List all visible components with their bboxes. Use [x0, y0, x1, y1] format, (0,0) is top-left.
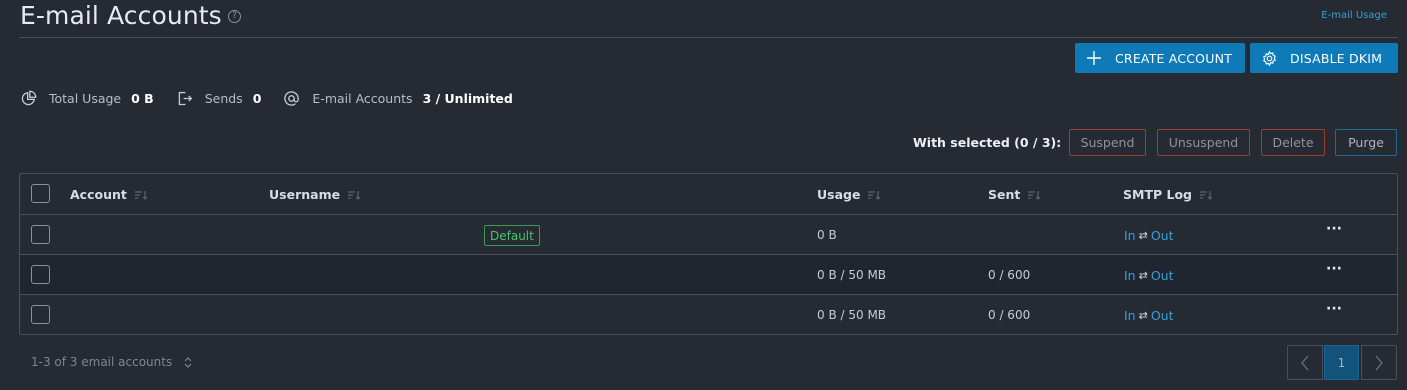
with-selected-label: With selected (0 / 3):	[913, 135, 1062, 150]
smtp-in-link[interactable]: In	[1124, 308, 1136, 323]
usage-stats: Total Usage 0 B Sends 0 E-mail Accounts …	[20, 88, 535, 108]
smtp-log-cell: In ⇄ Out	[1124, 268, 1174, 283]
chevron-up-down-icon	[184, 356, 192, 368]
swap-icon: ⇄	[1138, 229, 1148, 242]
email-accounts-table: Account Username Usage Sent SMTP Log Def…	[19, 173, 1398, 335]
sends-value: 0	[252, 90, 262, 106]
account-header-label: Account	[70, 187, 127, 202]
swap-icon: ⇄	[1138, 309, 1148, 322]
usage-header-label: Usage	[817, 187, 861, 202]
table-row: 0 B / 50 MB 0 / 600 In ⇄ Out ···	[20, 254, 1397, 294]
smtp-log-header-label: SMTP Log	[1123, 187, 1192, 202]
sent-cell: 0 / 600	[988, 308, 1031, 322]
column-header-sent[interactable]: Sent	[988, 187, 1041, 202]
smtp-out-link[interactable]: Out	[1151, 308, 1174, 323]
bulk-actions-bar: With selected (0 / 3): Suspend Unsuspend…	[0, 129, 1398, 156]
suspend-button[interactable]: Suspend	[1069, 129, 1146, 156]
sort-icon	[1199, 190, 1212, 200]
plus-icon	[1085, 49, 1103, 67]
smtp-in-link[interactable]: In	[1124, 268, 1136, 283]
column-header-usage[interactable]: Usage	[817, 187, 881, 202]
sort-icon	[134, 190, 147, 200]
question-circle-icon[interactable]: ?	[228, 10, 241, 23]
unsuspend-button[interactable]: Unsuspend	[1157, 129, 1250, 156]
column-header-username[interactable]: Username	[269, 187, 361, 202]
table-row: 0 B / 50 MB 0 / 600 In ⇄ Out ···	[20, 294, 1397, 334]
table-row: Default 0 B In ⇄ Out ···	[20, 214, 1397, 254]
total-usage-value: 0 B	[131, 90, 154, 106]
pagination-info[interactable]: 1-3 of 3 email accounts	[31, 355, 192, 369]
at-sign-icon	[284, 90, 300, 106]
sent-header-label: Sent	[988, 187, 1021, 202]
row-checkbox[interactable]	[31, 305, 50, 324]
swap-icon: ⇄	[1138, 269, 1148, 282]
row-checkbox[interactable]	[31, 225, 50, 244]
create-account-label: CREATE ACCOUNT	[1115, 50, 1232, 66]
smtp-out-link[interactable]: Out	[1151, 268, 1174, 283]
create-account-button[interactable]: CREATE ACCOUNT	[1075, 43, 1245, 73]
previous-page-button[interactable]	[1287, 345, 1323, 380]
gear-icon	[1260, 49, 1278, 67]
email-accounts-label: E-mail Accounts	[312, 90, 413, 106]
title-divider	[19, 37, 1398, 38]
column-header-smtp-log[interactable]: SMTP Log	[1123, 187, 1212, 202]
total-usage-stat: Total Usage 0 B	[20, 90, 154, 107]
purge-button[interactable]: Purge	[1335, 129, 1397, 156]
email-usage-link[interactable]: E-mail Usage	[1321, 10, 1387, 21]
table-header: Account Username Usage Sent SMTP Log	[20, 174, 1397, 214]
smtp-in-link[interactable]: In	[1124, 228, 1136, 243]
email-accounts-value: 3 / Unlimited	[422, 90, 513, 106]
select-all-checkbox[interactable]	[31, 184, 50, 203]
usage-cell: 0 B / 50 MB	[817, 308, 887, 322]
username-header-label: Username	[269, 187, 341, 202]
email-accounts-stat: E-mail Accounts 3 / Unlimited	[283, 90, 513, 107]
default-badge: Default	[484, 225, 540, 246]
column-header-account[interactable]: Account	[70, 187, 147, 202]
delete-button[interactable]: Delete	[1261, 129, 1325, 156]
disable-dkim-button[interactable]: DISABLE DKIM	[1250, 43, 1398, 73]
smtp-log-cell: In ⇄ Out	[1124, 228, 1174, 243]
pie-chart-icon	[21, 90, 37, 105]
total-usage-label: Total Usage	[49, 90, 122, 106]
sends-label: Sends	[204, 90, 243, 106]
chevron-left-icon	[1301, 355, 1309, 370]
more-options-icon[interactable]: ···	[1325, 261, 1343, 279]
usage-cell: 0 B / 50 MB	[817, 268, 887, 282]
more-options-icon[interactable]: ···	[1325, 301, 1343, 319]
smtp-log-cell: In ⇄ Out	[1124, 308, 1174, 323]
row-checkbox[interactable]	[31, 265, 50, 284]
sort-icon	[1028, 190, 1041, 200]
sort-icon	[868, 190, 881, 200]
page-title: E-mail Accounts	[20, 1, 222, 30]
sent-cell: 0 / 600	[988, 268, 1031, 282]
sends-stat: Sends 0	[176, 90, 262, 107]
next-page-button[interactable]	[1361, 345, 1397, 380]
page-1-button[interactable]: 1	[1324, 345, 1359, 380]
sort-icon	[348, 190, 361, 200]
disable-dkim-label: DISABLE DKIM	[1290, 50, 1383, 66]
usage-cell: 0 B	[817, 228, 837, 242]
chevron-right-icon	[1375, 355, 1383, 370]
pagination-info-label: 1-3 of 3 email accounts	[31, 355, 173, 369]
send-out-icon	[178, 91, 192, 105]
more-options-icon[interactable]: ···	[1325, 221, 1343, 239]
smtp-out-link[interactable]: Out	[1151, 228, 1174, 243]
